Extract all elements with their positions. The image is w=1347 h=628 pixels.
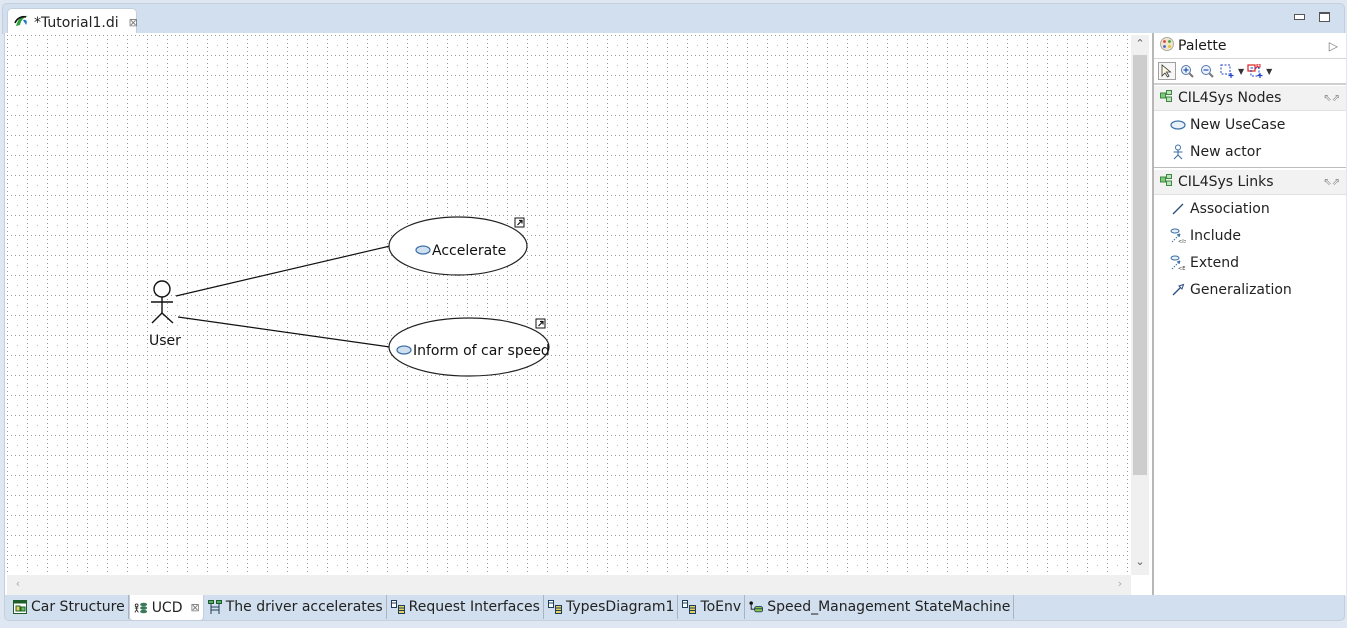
- diagram-tab-request-interfaces[interactable]: Request Interfaces: [387, 595, 544, 619]
- tab-label: TypesDiagram1: [565, 599, 675, 615]
- palette-entry-new-usecase[interactable]: New UseCase: [1154, 111, 1346, 138]
- palette-icon: [1160, 36, 1174, 55]
- drawer-cil4sys-nodes[interactable]: CIL4Sys Nodes ⇖⇗: [1154, 86, 1346, 111]
- sequence-diagram-icon: [207, 600, 222, 614]
- palette-entry-new-actor[interactable]: New actor: [1154, 138, 1346, 165]
- class-diagram-icon: [682, 600, 697, 614]
- actor-icon: [1170, 144, 1186, 160]
- class-diagram-icon: [390, 600, 405, 614]
- editor-body: User Accelerate Inform of car speed ⌃ ⌄ …: [4, 33, 1346, 596]
- horizontal-scrollbar[interactable]: ‹ ›: [7, 575, 1131, 595]
- diagram-tab-typesdiagram1[interactable]: TypesDiagram1: [544, 595, 679, 619]
- zoom-in-icon[interactable]: [1178, 62, 1196, 80]
- usecase-label: Accelerate: [432, 243, 506, 259]
- close-icon[interactable]: ⊠: [191, 601, 200, 614]
- scroll-up-arrow-icon[interactable]: ⌃: [1131, 37, 1149, 50]
- palette-collapse-icon[interactable]: ▷: [1329, 39, 1338, 53]
- minimize-icon[interactable]: [1294, 14, 1305, 20]
- usecase-label: Inform of car speed: [413, 343, 550, 359]
- usecase-icon: [415, 245, 431, 255]
- palette-title: Palette: [1178, 37, 1227, 54]
- entry-label: New UseCase: [1190, 116, 1286, 133]
- papyrus-editor-window: *Tutorial1.di ⊠ User Accelerate Inform o…: [0, 0, 1347, 628]
- entry-label: Include: [1190, 227, 1241, 244]
- diagram-tab-speed-management-statemachine[interactable]: Speed_Management StateMachine: [745, 595, 1015, 619]
- svg-text:<E>: <E>: [1178, 266, 1186, 271]
- palette: Palette ▷ ▼ ▼ CIL4Sys Nodes ⇖⇗ New UseCa…: [1152, 33, 1346, 596]
- palette-entry-extend[interactable]: <E> Extend: [1154, 249, 1346, 276]
- generalization-icon: [1170, 282, 1186, 298]
- svg-text:<I>: <I>: [1178, 239, 1186, 244]
- statemachine-diagram-icon: [749, 600, 764, 614]
- diagram-tab-toenv[interactable]: ToEnv: [678, 595, 746, 619]
- zoom-out-icon[interactable]: [1198, 62, 1216, 80]
- palette-entry-association[interactable]: Association: [1154, 195, 1346, 222]
- connection-marquee-dropdown-icon[interactable]: ▼: [1266, 67, 1272, 76]
- tab-label: The driver accelerates: [225, 599, 383, 615]
- diagram-canvas[interactable]: User Accelerate Inform of car speed: [7, 35, 1131, 575]
- connection-marquee-icon[interactable]: [1246, 62, 1264, 80]
- vertical-scroll-thumb[interactable]: [1133, 55, 1147, 475]
- select-icon[interactable]: [1158, 62, 1176, 80]
- diagram-tab-ucd[interactable]: UCD ⊠: [128, 595, 204, 621]
- drawer-cil4sys-links[interactable]: CIL4Sys Links ⇖⇗: [1154, 170, 1346, 195]
- editor-tab-label: *Tutorial1.di: [34, 14, 119, 31]
- composite-diagram-icon: [13, 600, 27, 614]
- tab-label: Speed_Management StateMachine: [767, 599, 1011, 615]
- palette-toolbar: ▼ ▼: [1154, 59, 1346, 85]
- drawer-label: CIL4Sys Nodes: [1178, 90, 1282, 106]
- drawer-icon: [1160, 174, 1172, 190]
- class-diagram-icon: [547, 600, 562, 614]
- usecase-inform-of-car-speed[interactable]: Inform of car speed: [388, 317, 550, 377]
- scroll-down-arrow-icon[interactable]: ⌄: [1131, 555, 1149, 568]
- usecase-icon: [396, 345, 412, 355]
- editor-tab[interactable]: *Tutorial1.di ⊠: [7, 8, 138, 36]
- association-icon: [1170, 201, 1186, 217]
- shortcut-arrow-icon[interactable]: [535, 318, 546, 329]
- drawer-icon: [1160, 90, 1172, 106]
- usecase-icon: [1170, 117, 1186, 133]
- usecase-diagram-icon: [134, 601, 148, 615]
- diagram-svg: User Accelerate Inform of car speed: [7, 35, 1131, 575]
- pin-icon[interactable]: ⇖⇗: [1323, 93, 1340, 104]
- scroll-right-arrow-icon[interactable]: ›: [1111, 577, 1129, 590]
- entry-label: Generalization: [1190, 281, 1292, 298]
- marquee-dropdown-icon[interactable]: ▼: [1238, 67, 1244, 76]
- window-controls: [1294, 12, 1330, 22]
- close-icon[interactable]: ⊠: [129, 16, 138, 29]
- grid: [7, 35, 1131, 575]
- editor-tab-strip: *Tutorial1.di ⊠: [2, 3, 1345, 36]
- palette-header[interactable]: Palette ▷: [1154, 33, 1346, 59]
- extend-icon: <E>: [1170, 255, 1186, 271]
- tab-label: ToEnv: [700, 599, 742, 615]
- maximize-icon[interactable]: [1319, 12, 1330, 22]
- entry-label: New actor: [1190, 143, 1262, 160]
- palette-entry-generalization[interactable]: Generalization: [1154, 276, 1346, 303]
- shortcut-arrow-icon[interactable]: [514, 217, 525, 228]
- palette-entry-include[interactable]: <I> Include: [1154, 222, 1346, 249]
- tab-label: UCD: [151, 599, 183, 616]
- marquee-icon[interactable]: [1218, 62, 1236, 80]
- drawer-label: CIL4Sys Links: [1178, 174, 1274, 190]
- diagram-tabs: Car Structure UCD ⊠ The driver accelerat…: [4, 595, 1345, 621]
- include-icon: <I>: [1170, 228, 1186, 244]
- vertical-scrollbar[interactable]: ⌃ ⌄: [1131, 35, 1149, 575]
- pin-icon[interactable]: ⇖⇗: [1323, 177, 1340, 188]
- entry-label: Extend: [1190, 254, 1239, 271]
- diagram-tab-car-structure[interactable]: Car Structure: [9, 595, 129, 619]
- papyrus-logo-icon: [14, 14, 30, 32]
- entry-label: Association: [1190, 200, 1270, 217]
- actor-label: User: [149, 333, 181, 349]
- tab-label: Request Interfaces: [408, 599, 540, 615]
- diagram-tab-the-driver-accelerates[interactable]: The driver accelerates: [204, 595, 387, 619]
- usecase-accelerate[interactable]: Accelerate: [388, 216, 528, 276]
- drawer-separator: [1154, 167, 1346, 169]
- scroll-left-arrow-icon[interactable]: ‹: [9, 577, 27, 590]
- tab-label: Car Structure: [31, 599, 125, 615]
